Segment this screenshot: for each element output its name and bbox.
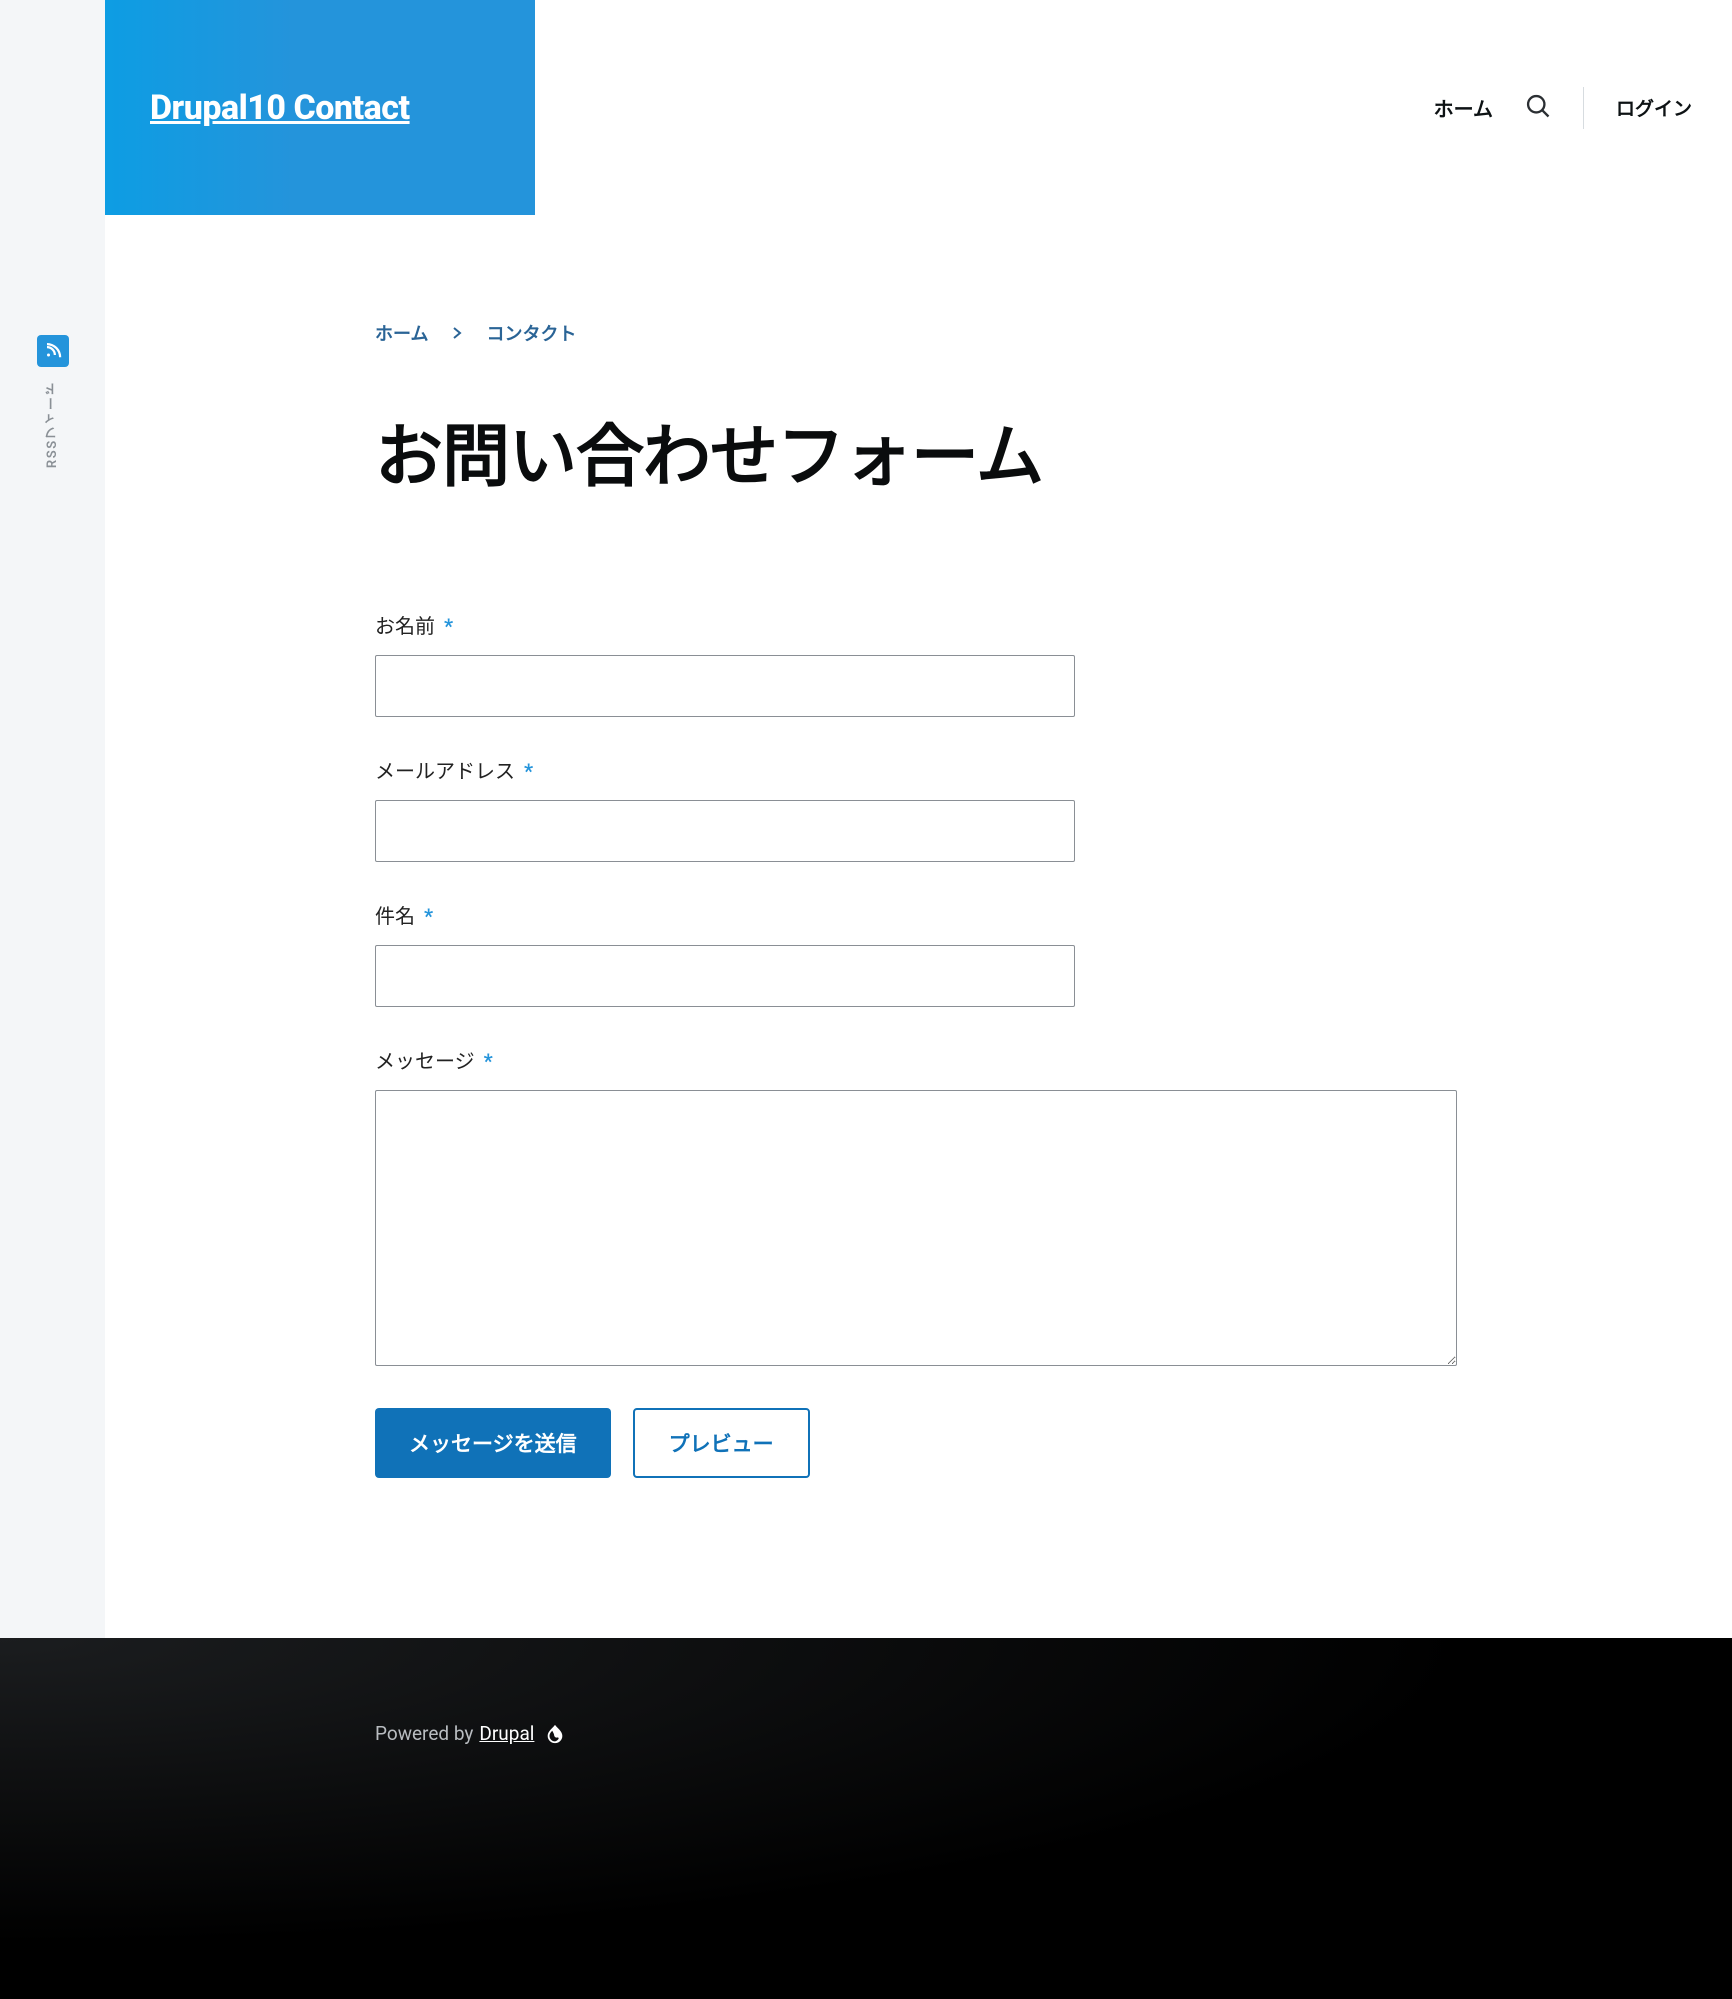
header-nav: ホーム ログイン	[1428, 0, 1732, 215]
required-mark: *	[484, 1049, 493, 1073]
field-subject: 件名 *	[375, 900, 1692, 1007]
social-rail: RSSフィード	[0, 0, 105, 1540]
label-message: メッセージ *	[375, 1045, 1692, 1074]
search-button[interactable]	[1521, 91, 1555, 125]
submit-button[interactable]: メッセージを送信	[375, 1408, 611, 1478]
site-footer: Powered by Drupal	[0, 1638, 1732, 1999]
label-subject-text: 件名	[375, 904, 415, 928]
input-email[interactable]	[375, 800, 1075, 862]
contact-form: お名前 * メールアドレス * 件名 * メッセージ *	[375, 610, 1692, 1478]
field-message: メッセージ *	[375, 1045, 1692, 1370]
breadcrumb: ホーム コンタクト	[375, 320, 1692, 346]
powered-prefix: Powered by	[375, 1722, 473, 1745]
label-name-text: お名前	[375, 614, 435, 638]
nav-home[interactable]: ホーム	[1428, 85, 1499, 130]
rss-label: RSSフィード	[43, 381, 62, 468]
rss-link[interactable]	[37, 335, 69, 367]
main-content: ホーム コンタクト お問い合わせフォーム お名前 * メールアドレス * 件名 …	[105, 215, 1732, 1638]
site-header: Drupal10 Contact ホーム ログイン	[0, 0, 1732, 215]
required-mark: *	[424, 904, 433, 928]
input-name[interactable]	[375, 655, 1075, 717]
field-name: お名前 *	[375, 610, 1692, 717]
nav-login[interactable]: ログイン	[1616, 94, 1692, 121]
site-title[interactable]: Drupal10 Contact	[150, 88, 410, 128]
nav-separator	[1583, 87, 1584, 129]
required-mark: *	[524, 759, 533, 783]
label-email-text: メールアドレス	[375, 759, 515, 783]
chevron-right-icon	[452, 326, 462, 340]
breadcrumb-current: コンタクト	[486, 320, 576, 346]
required-mark: *	[444, 614, 453, 638]
rss-icon	[44, 340, 62, 362]
label-name: お名前 *	[375, 610, 1692, 639]
form-actions: メッセージを送信 プレビュー	[375, 1408, 1692, 1478]
label-subject: 件名 *	[375, 900, 1692, 929]
powered-by: Powered by Drupal	[375, 1722, 1732, 1745]
drupal-drop-icon	[544, 1723, 566, 1745]
preview-button[interactable]: プレビュー	[633, 1408, 810, 1478]
page-title: お問い合わせフォーム	[375, 401, 1692, 500]
label-message-text: メッセージ	[375, 1049, 475, 1073]
input-subject[interactable]	[375, 945, 1075, 1007]
breadcrumb-home[interactable]: ホーム	[375, 320, 428, 346]
label-email: メールアドレス *	[375, 755, 1692, 784]
powered-link[interactable]: Drupal	[479, 1722, 534, 1745]
field-email: メールアドレス *	[375, 755, 1692, 862]
search-icon	[1524, 92, 1552, 124]
input-message[interactable]	[375, 1090, 1457, 1366]
